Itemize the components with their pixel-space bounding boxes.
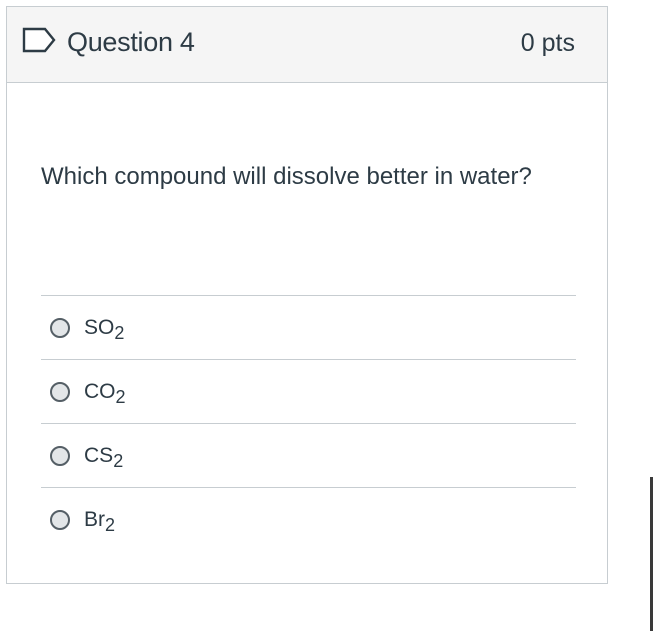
answer-label: SO2: [84, 315, 125, 343]
scrollbar[interactable]: [650, 477, 653, 631]
answer-option[interactable]: CO2: [41, 359, 576, 423]
answer-option[interactable]: Br2: [41, 487, 576, 551]
quiz-page: Question 4 0 pts Which compound will dis…: [0, 0, 657, 631]
question-points: 0 pts: [520, 29, 575, 57]
radio-button[interactable]: [50, 445, 70, 466]
answer-option[interactable]: SO2: [41, 295, 576, 359]
radio-button[interactable]: [50, 509, 70, 530]
question-header: Question 4 0 pts: [7, 7, 607, 83]
answer-option[interactable]: CS2: [41, 423, 576, 487]
answer-list: SO2 CO2 CS2 Br2: [41, 295, 576, 551]
answer-label: CO2: [84, 379, 126, 407]
radio-button[interactable]: [50, 317, 70, 338]
radio-button[interactable]: [50, 381, 70, 402]
answer-label: Br2: [84, 507, 116, 535]
question-text: Which compound will dissolve better in w…: [41, 163, 532, 190]
answer-label: CS2: [84, 443, 124, 471]
question-card: Question 4 0 pts Which compound will dis…: [6, 6, 608, 584]
question-title: Question 4: [67, 27, 195, 57]
flag-icon[interactable]: [21, 27, 57, 53]
